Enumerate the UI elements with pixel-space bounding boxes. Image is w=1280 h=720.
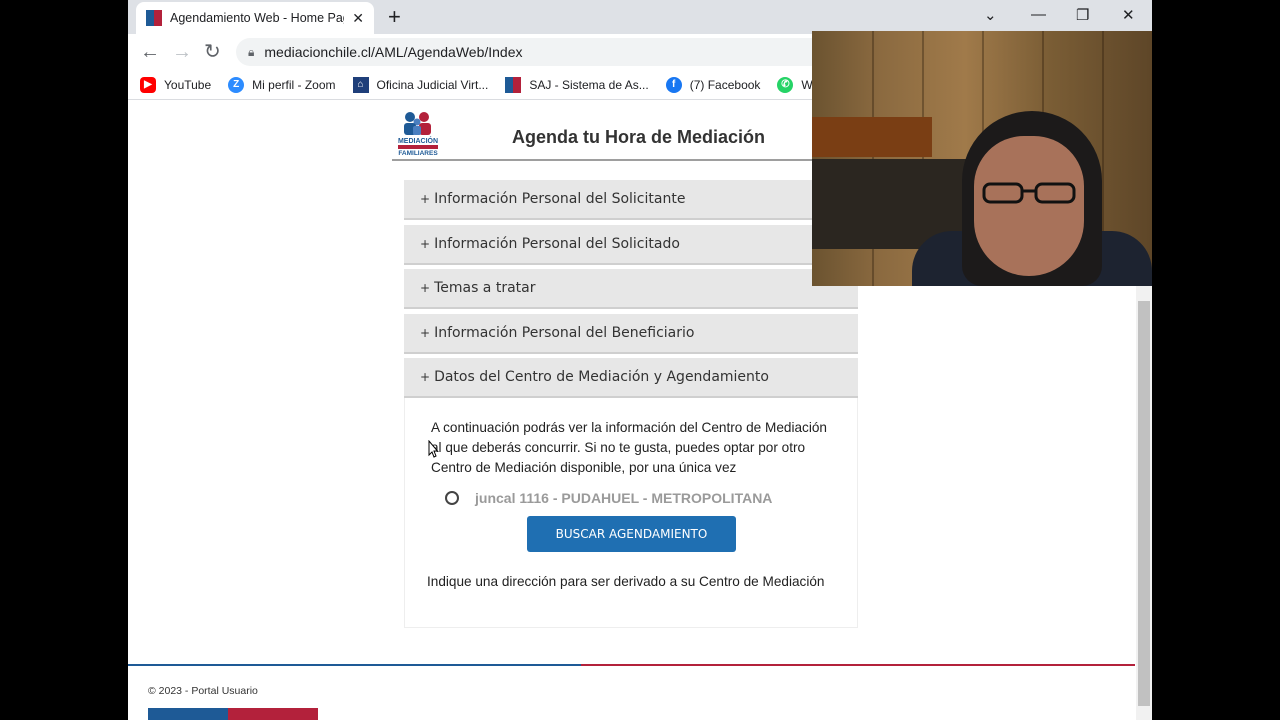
courthouse-icon: ⌂ [352, 76, 369, 93]
section-beneficiario[interactable]: + Información Personal del Beneficiario [404, 314, 858, 354]
tab-agendamiento[interactable]: Agendamiento Web - Home Page ✕ [136, 2, 374, 34]
bookmark-facebook[interactable]: f (7) Facebook [665, 76, 761, 93]
svg-text:MEDIACIÓN: MEDIACIÓN [398, 136, 438, 145]
section-temas[interactable]: + Temas a tratar [404, 269, 858, 309]
tab-strip: Agendamiento Web - Home Page ✕ + ⌄ — ❐ ✕ [128, 0, 1152, 34]
zoom-icon: Z [228, 76, 245, 93]
plus-icon: + [420, 370, 431, 384]
intro-text: A continuación podrás ver la información… [431, 420, 827, 475]
buscar-agendamiento-button[interactable]: BUSCAR AGENDAMIENTO [527, 516, 736, 552]
tab-title: Agendamiento Web - Home Page [170, 11, 345, 25]
person-webcam-image [982, 182, 1076, 204]
youtube-icon: ▶ [140, 76, 156, 93]
new-tab-icon[interactable]: + [388, 4, 401, 30]
mouse-cursor-icon [428, 440, 438, 458]
plus-icon: + [420, 192, 431, 206]
section-centro-mediacion[interactable]: + Datos del Centro de Mediación y Agenda… [404, 358, 858, 398]
section-label: Datos del Centro de Mediación y Agendami… [434, 369, 769, 385]
center-option[interactable]: juncal 1116 - PUDAHUEL - METROPOLITANA [445, 490, 772, 506]
plus-icon: + [420, 237, 431, 251]
minimize-icon[interactable]: — [1031, 6, 1046, 23]
plus-icon: + [420, 326, 431, 340]
lock-icon[interactable]: 🔒︎ [248, 45, 254, 60]
close-window-icon[interactable]: ✕ [1122, 6, 1135, 24]
plus-icon: + [420, 281, 431, 295]
flag-icon [505, 76, 522, 93]
tab-search-icon[interactable]: ⌄ [984, 6, 997, 24]
bookmark-label: Mi perfil - Zoom [252, 77, 336, 92]
footer-copyright: © 2023 - Portal Usuario [148, 685, 258, 697]
footer-divider [128, 664, 1135, 666]
center-option-label: juncal 1116 - PUDAHUEL - METROPOLITANA [475, 490, 773, 506]
facebook-icon: f [665, 76, 682, 93]
forward-icon[interactable]: → [172, 40, 192, 64]
bookmark-label: SAJ - Sistema de As... [529, 77, 649, 92]
webcam-overlay [812, 31, 1152, 286]
reload-icon[interactable]: ↻ [204, 40, 221, 64]
centro-mediacion-panel: A continuación podrás ver la información… [404, 398, 858, 628]
back-icon[interactable]: ← [140, 40, 160, 64]
restore-icon[interactable]: ❐ [1076, 6, 1089, 24]
bookmark-oficina-judicial[interactable]: ⌂ Oficina Judicial Virt... [352, 76, 489, 93]
mediacion-logo: MEDIACIÓN FAMILIARES [398, 112, 438, 157]
bookmark-label: YouTube [164, 77, 212, 92]
whatsapp-icon: ✆ [777, 76, 794, 93]
bookmark-saj[interactable]: SAJ - Sistema de As... [505, 76, 649, 93]
footer-flag-bar [148, 708, 318, 720]
page-header: MEDIACIÓN FAMILIARES Agenda tu Hora de M… [392, 107, 822, 161]
bookmark-youtube[interactable]: ▶ YouTube [140, 76, 212, 93]
section-label: Información Personal del Beneficiario [434, 325, 695, 341]
section-label: Temas a tratar [434, 280, 536, 296]
page-title: Agenda tu Hora de Mediación [512, 127, 766, 147]
section-label: Información Personal del Solicitante [434, 191, 686, 207]
flag-favicon-icon [146, 10, 162, 26]
bookmark-label: Oficina Judicial Virt... [376, 77, 489, 92]
address-hint: Indique una dirección para ser derivado … [427, 574, 825, 589]
section-solicitante[interactable]: + Información Personal del Solicitante [404, 180, 858, 220]
bookmark-label: (7) Facebook [689, 77, 761, 92]
svg-text:FAMILIARES: FAMILIARES [398, 150, 438, 157]
scrollbar-thumb[interactable] [1138, 301, 1150, 706]
close-tab-icon[interactable]: ✕ [352, 10, 364, 27]
section-label: Información Personal del Solicitado [434, 236, 680, 252]
center-radio[interactable] [445, 491, 459, 505]
bookmark-zoom[interactable]: Z Mi perfil - Zoom [228, 76, 336, 93]
section-solicitado[interactable]: + Información Personal del Solicitado [404, 225, 858, 265]
url-text: mediacionchile.cl/AML/AgendaWeb/Index [264, 44, 523, 60]
